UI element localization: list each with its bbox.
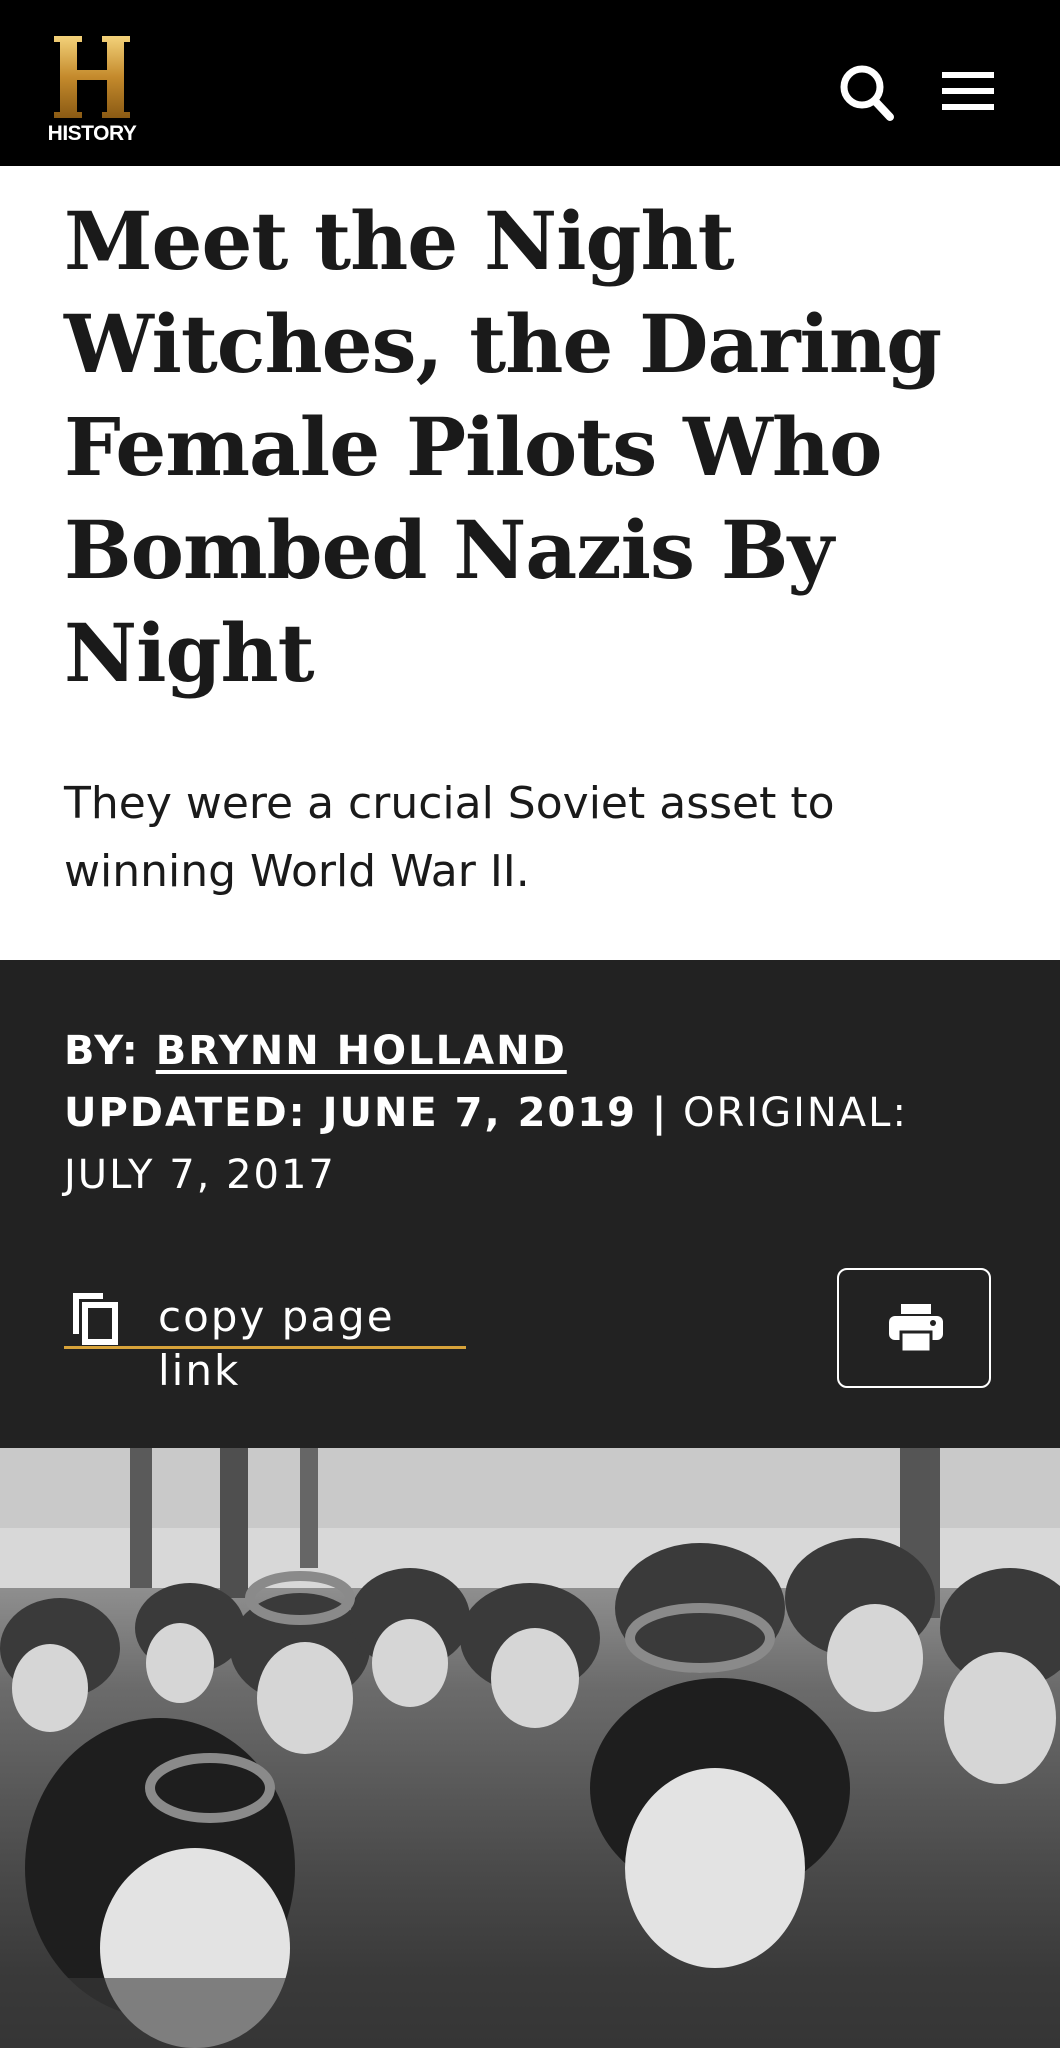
- hero-photo-image: [0, 1448, 1060, 2048]
- search-button[interactable]: [838, 62, 896, 124]
- history-logo[interactable]: HISTORY: [40, 34, 144, 150]
- updated-date: UPDATED: JUNE 7, 2019: [64, 1090, 637, 1136]
- hero-photo: [0, 1448, 1060, 2048]
- byline: BY: BRYNN HOLLAND: [64, 1020, 1024, 1082]
- copy-page-link-label: copy page link: [158, 1292, 395, 1395]
- hamburger-menu-icon: [942, 72, 994, 110]
- copy-page-link-button[interactable]: copy page link: [64, 1290, 466, 1395]
- article-title: Meet the Night Witches, the Daring Femal…: [64, 194, 942, 700]
- site-header: HISTORY: [0, 0, 1060, 166]
- print-button[interactable]: [837, 1268, 991, 1388]
- print-icon: [889, 1304, 943, 1352]
- history-logo-icon: [54, 36, 130, 118]
- search-icon: [840, 65, 894, 121]
- copy-icon: [73, 1293, 118, 1345]
- article-meta: BY: BRYNN HOLLAND UPDATED: JUNE 7, 2019 …: [0, 960, 1060, 1448]
- by-label: BY:: [64, 1028, 140, 1074]
- article-dek: They were a crucial Soviet asset to winn…: [64, 778, 835, 897]
- author-link[interactable]: BRYNN HOLLAND: [156, 1028, 567, 1074]
- menu-button[interactable]: [940, 70, 996, 112]
- article-dates: UPDATED: JUNE 7, 2019 | ORIGINAL: JULY 7…: [64, 1082, 1004, 1206]
- logo-wordmark: HISTORY: [47, 122, 137, 145]
- date-separator: |: [651, 1090, 669, 1136]
